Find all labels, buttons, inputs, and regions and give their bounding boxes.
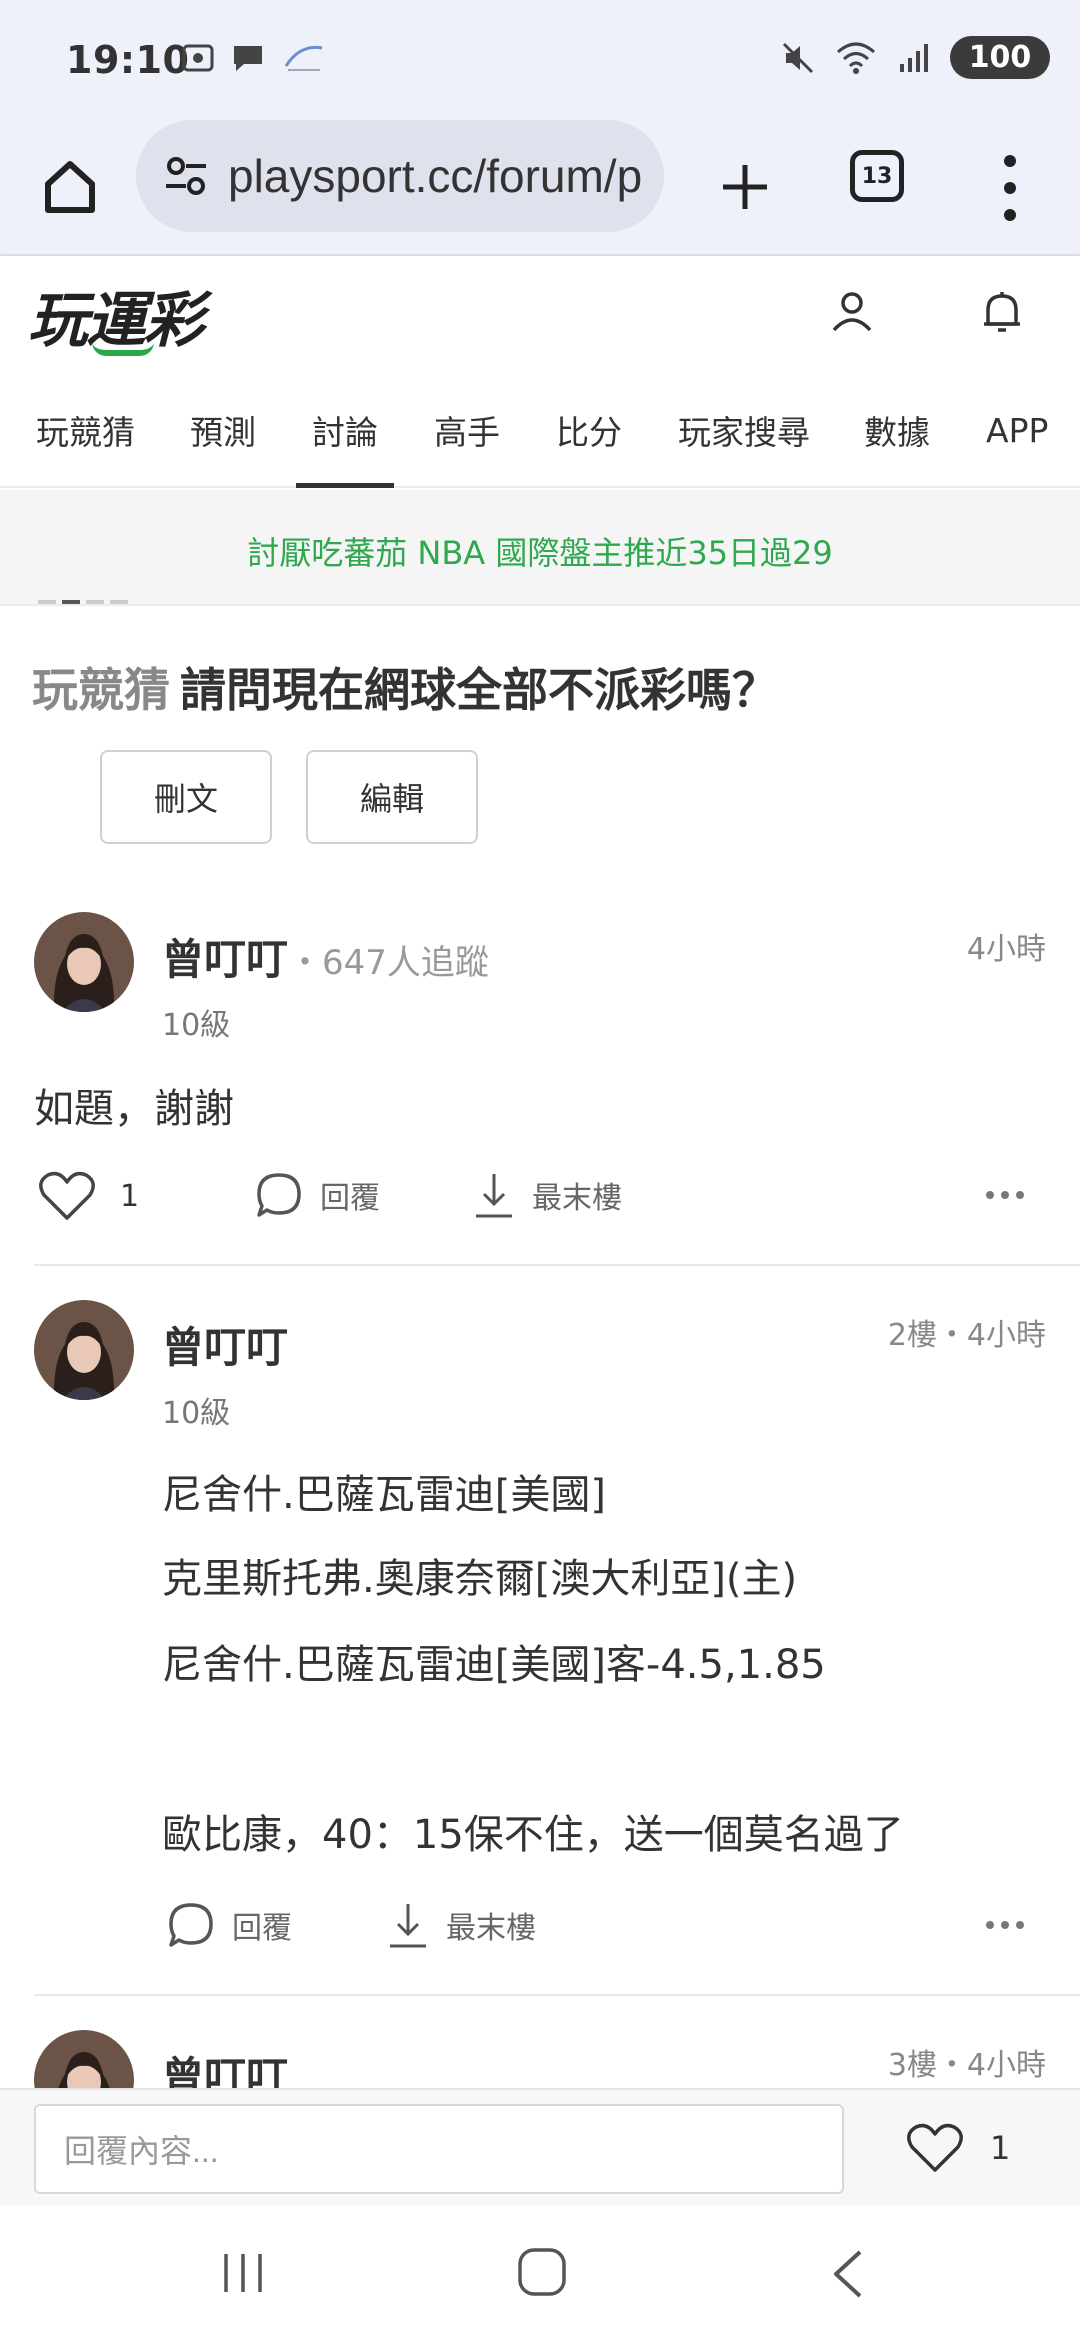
reply-button[interactable]: 回覆 <box>254 1170 380 1220</box>
home-icon <box>45 161 95 213</box>
thread-title: 玩競猜 請問現在網球全部不派彩嗎？ <box>32 654 778 720</box>
back-icon[interactable] <box>826 2246 870 2302</box>
last-floor-label: 最末樓 <box>532 1181 622 1216</box>
tab-data[interactable]: 數據 <box>864 372 930 488</box>
post-body-line: 尼舍什.巴薩瓦雷迪[美國] <box>162 1472 606 1518</box>
post-floor-time: 3樓・4小時 <box>887 2048 1046 2083</box>
heart-icon <box>39 1171 95 1220</box>
reply-bar: 回覆內容... 1 <box>0 2088 1080 2206</box>
browser-menu-button[interactable] <box>990 148 1030 228</box>
avatar[interactable] <box>34 1300 134 1400</box>
post-body-line: 尼舍什.巴薩瓦雷迪[美國]客-4.5,1.85 <box>162 1642 826 1688</box>
app-notification-icon <box>284 45 323 71</box>
home-nav-icon[interactable] <box>516 2246 568 2298</box>
notification-icons <box>180 40 328 76</box>
site-header: 玩運彩 <box>0 256 1080 372</box>
tab-app[interactable]: APP <box>986 372 1048 488</box>
more-options-icon[interactable] <box>986 1921 1024 1929</box>
reply-input[interactable]: 回覆內容... <box>34 2104 844 2194</box>
user-level: 10級 <box>162 1008 231 1043</box>
follower-count: ・647人追蹤 <box>288 943 489 983</box>
promo-banner[interactable]: 討厭吃蕃茄 NBA 國際盤主推近35日過29 <box>0 490 1080 606</box>
status-bar: 19:10 100 <box>0 0 1080 120</box>
thread-like-count: 1 <box>990 2129 1011 2167</box>
thread-title-text: 請問現在網球全部不派彩嗎？ <box>180 663 778 717</box>
url-text[interactable]: playsport.cc/forum/p <box>228 149 642 203</box>
post-author[interactable]: 曾叮叮・647人追蹤 <box>162 926 489 987</box>
new-tab-button[interactable] <box>700 142 790 232</box>
tab-player-search[interactable]: 玩家搜尋 <box>678 372 810 488</box>
last-floor-label: 最末樓 <box>446 1911 536 1946</box>
edit-post-button[interactable]: 編輯 <box>306 750 478 844</box>
tab-discuss[interactable]: 討論 <box>296 372 394 488</box>
signal-icon <box>900 43 928 72</box>
post-time: 4小時 <box>966 932 1046 967</box>
tab-experts[interactable]: 高手 <box>434 372 500 488</box>
comment-icon <box>169 1903 213 1947</box>
reply-label: 回覆 <box>320 1181 380 1216</box>
post-body-line: 歐比康，40：15保不住，送一個莫名過了 <box>162 1812 904 1858</box>
recent-apps-icon[interactable] <box>218 2248 268 2298</box>
status-time: 19:10 <box>66 38 190 82</box>
download-arrow-icon <box>390 1904 426 1948</box>
tab-switcher-button[interactable]: 13 <box>850 150 904 202</box>
post-divider <box>34 1264 1080 1266</box>
author-name[interactable]: 曾叮叮 <box>162 935 288 984</box>
post-author[interactable]: 曾叮叮 <box>162 1314 288 1375</box>
logo-swoosh <box>92 342 154 356</box>
tab-predict[interactable]: 預測 <box>190 372 256 488</box>
screenshot-icon <box>182 44 214 72</box>
like-count: 1 <box>120 1178 140 1214</box>
wifi-icon <box>837 42 875 74</box>
thread-like-button[interactable]: 1 <box>906 2122 1010 2174</box>
browser-toolbar: playsport.cc/forum/p 13 <box>0 120 1080 256</box>
mute-icon <box>782 42 814 73</box>
more-options-icon[interactable] <box>986 1191 1024 1199</box>
system-navigation-bar <box>0 2206 1080 2340</box>
address-bar[interactable]: playsport.cc/forum/p <box>136 120 664 232</box>
comment-icon <box>257 1173 301 1217</box>
last-floor-button[interactable]: 最末樓 <box>472 1170 622 1220</box>
forum-nav-tabs: 玩競猜 預測 討論 高手 比分 玩家搜尋 數據 APP <box>0 372 1080 488</box>
banner-pagination <box>38 600 128 604</box>
like-button[interactable]: 1 <box>38 1170 139 1222</box>
site-settings-icon[interactable] <box>158 148 214 204</box>
system-icons: 100 <box>780 36 1050 79</box>
post-body-line: 克里斯托弗.奧康奈爾[澳大利亞](主) <box>162 1556 798 1602</box>
delete-post-button[interactable]: 刪文 <box>100 750 272 844</box>
heart-icon <box>907 2123 963 2172</box>
reply-button[interactable]: 回覆 <box>166 1900 292 1950</box>
home-button[interactable] <box>30 146 110 226</box>
last-floor-button[interactable]: 最末樓 <box>386 1900 536 1950</box>
user-icon[interactable] <box>826 286 878 338</box>
post-floor-time: 2樓・4小時 <box>887 1318 1046 1353</box>
reply-label: 回覆 <box>232 1911 292 1946</box>
user-level: 10級 <box>162 1396 231 1431</box>
banner-text[interactable]: 討厭吃蕃茄 NBA 國際盤主推近35日過29 <box>0 528 1080 574</box>
thread-category: 玩競猜 <box>32 663 170 717</box>
message-icon <box>234 46 262 71</box>
tab-scores[interactable]: 比分 <box>556 372 622 488</box>
battery-indicator: 100 <box>950 36 1050 79</box>
plus-icon <box>723 165 767 209</box>
post-divider <box>34 1994 1080 1996</box>
avatar[interactable] <box>34 912 134 1012</box>
download-arrow-icon <box>476 1174 512 1218</box>
bell-icon[interactable] <box>976 286 1028 338</box>
post-body: 如題，謝謝 <box>34 1086 234 1132</box>
tab-guess[interactable]: 玩競猜 <box>36 372 135 488</box>
